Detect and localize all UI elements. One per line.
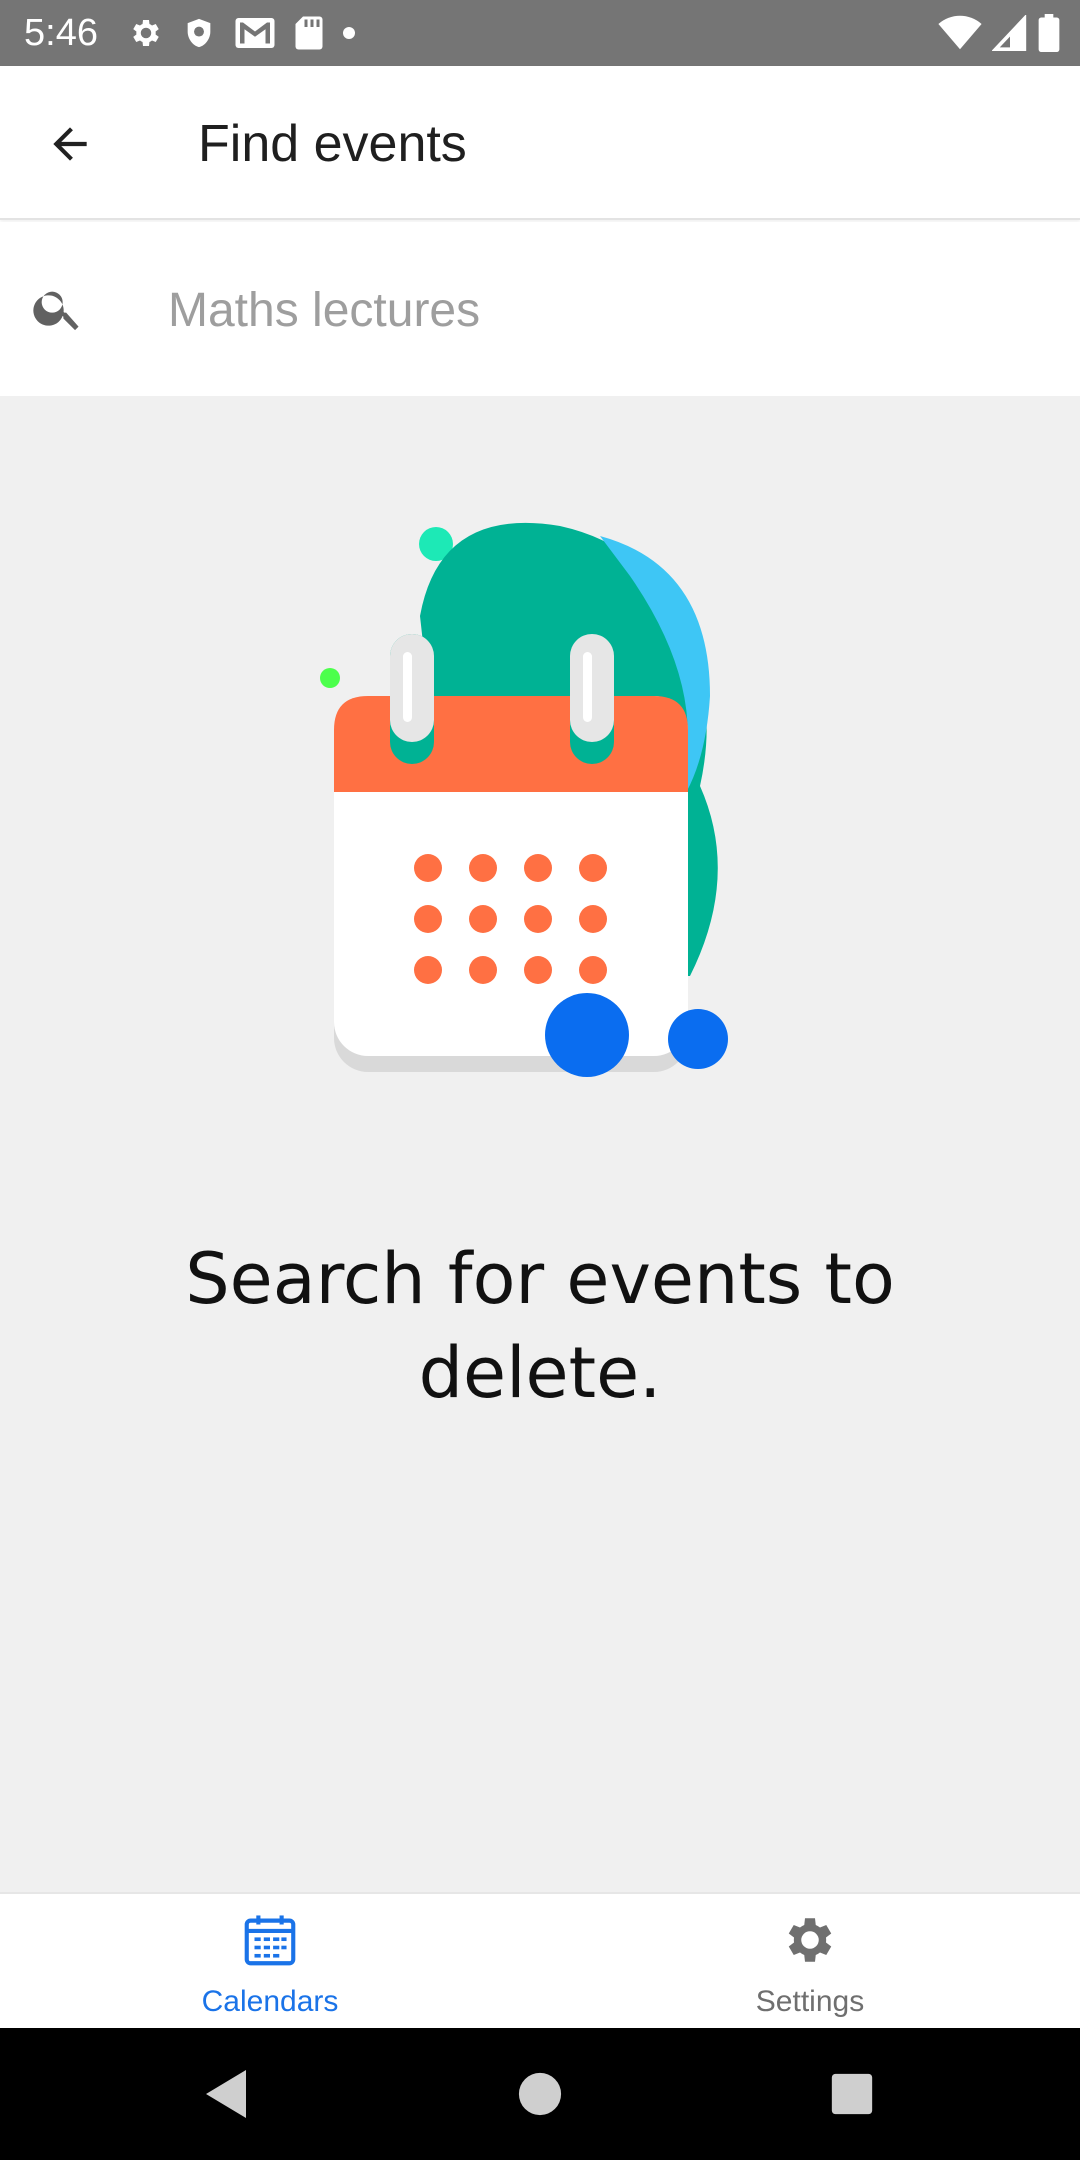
search-icon bbox=[26, 276, 90, 340]
back-button[interactable] bbox=[30, 106, 110, 186]
battery-icon bbox=[1038, 14, 1060, 52]
back-triangle-icon[interactable] bbox=[196, 2064, 256, 2124]
shield-icon bbox=[182, 15, 216, 51]
status-icons-right bbox=[928, 12, 1060, 54]
nav-label-calendars: Calendars bbox=[201, 1985, 339, 2018]
status-icons-left bbox=[128, 12, 374, 54]
app-bar: Find events bbox=[0, 66, 1080, 220]
calendar-icon bbox=[238, 1908, 302, 1972]
nav-item-calendars[interactable]: Calendars bbox=[0, 1894, 540, 2028]
gmail-icon bbox=[234, 15, 276, 51]
nav-item-settings[interactable]: Settings bbox=[540, 1894, 1080, 2028]
page-title: Find events bbox=[198, 115, 467, 173]
wifi-icon bbox=[938, 15, 982, 51]
home-circle-icon[interactable] bbox=[510, 2064, 570, 2124]
settings-gear-icon bbox=[128, 15, 164, 51]
empty-state-message: Search for events to delete. bbox=[185, 1238, 895, 1414]
calendar-illustration bbox=[300, 456, 780, 1096]
system-navigation-bar bbox=[0, 2028, 1080, 2160]
gear-icon bbox=[778, 1908, 842, 1972]
nav-label-settings: Settings bbox=[755, 1985, 865, 2018]
dot-icon bbox=[342, 26, 356, 40]
search-bar bbox=[0, 222, 1080, 396]
empty-state: Search for events to delete. bbox=[0, 396, 1080, 1892]
bottom-navigation: Calendars Settings bbox=[0, 1892, 1080, 2028]
recents-square-icon[interactable] bbox=[822, 2064, 882, 2124]
arrow-back-icon bbox=[45, 119, 95, 174]
status-bar: 5:46 bbox=[0, 0, 1080, 66]
signal-icon bbox=[992, 15, 1028, 51]
sd-card-icon bbox=[294, 15, 324, 51]
search-input[interactable] bbox=[168, 272, 1028, 348]
status-time: 5:46 bbox=[24, 12, 98, 54]
